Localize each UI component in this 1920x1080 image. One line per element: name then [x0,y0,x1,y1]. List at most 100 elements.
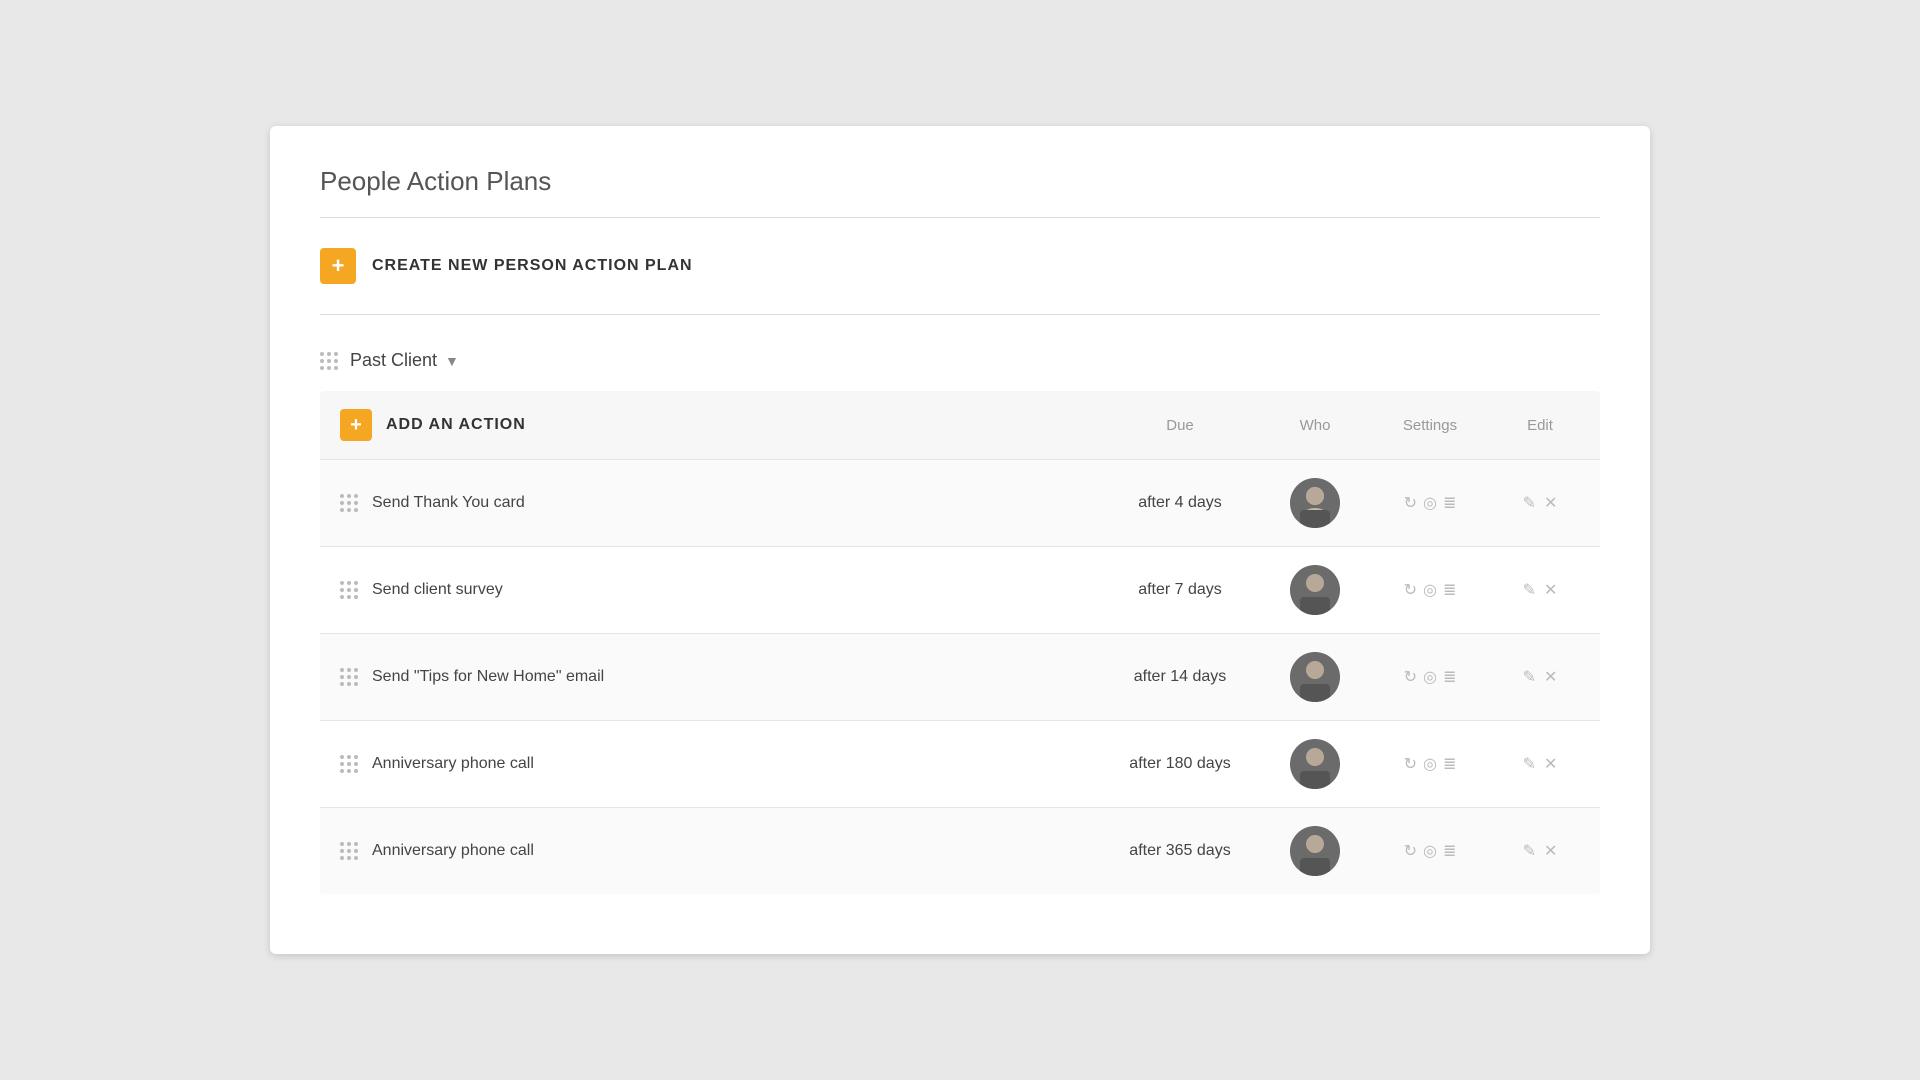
row-drag-handle[interactable] [340,668,358,686]
dot [347,595,351,599]
refresh-icon[interactable]: ↻ [1404,841,1417,861]
action-name: Send Thank You card [372,494,525,512]
dot [347,682,351,686]
delete-x-icon[interactable]: ✕ [1544,754,1557,774]
edit-pencil-icon[interactable]: ✎ [1523,667,1536,687]
edit-col: ✎ ✕ [1500,580,1580,600]
visibility-icon[interactable]: ◎ [1423,580,1437,600]
dot [347,588,351,592]
edit-col: ✎ ✕ [1500,493,1580,513]
row-drag-handle[interactable] [340,494,358,512]
list-icon[interactable]: ≣ [1443,580,1456,600]
refresh-icon[interactable]: ↻ [1404,493,1417,513]
refresh-icon[interactable]: ↻ [1404,667,1417,687]
avatar-image [1290,826,1340,876]
plan-name-label: Past Client [350,350,437,371]
list-icon[interactable]: ≣ [1443,754,1456,774]
table-row: Anniversary phone call after 365 days ↻ … [320,807,1600,894]
refresh-icon[interactable]: ↻ [1404,754,1417,774]
chevron-down-icon: ▼ [445,353,459,369]
visibility-icon[interactable]: ◎ [1423,667,1437,687]
dot [327,352,331,356]
dot [340,581,344,585]
delete-x-icon[interactable]: ✕ [1544,667,1557,687]
action-name: Send client survey [372,581,503,599]
plan-section: Past Client ▼ + ADD AN ACTION Due Who Se… [320,350,1600,894]
dot [327,366,331,370]
dot [347,501,351,505]
edit-pencil-icon[interactable]: ✎ [1523,754,1536,774]
settings-col: ↻ ◎ ≣ [1370,580,1490,600]
dot [354,842,358,846]
due-value: after 4 days [1100,494,1260,512]
dot [327,359,331,363]
dot [347,581,351,585]
dot [334,352,338,356]
action-name: Anniversary phone call [372,755,534,773]
due-value: after 14 days [1100,668,1260,686]
row-drag-handle[interactable] [340,842,358,860]
dot [340,762,344,766]
dot [320,366,324,370]
avatar-image [1290,565,1340,615]
dot [354,588,358,592]
plan-drag-handle[interactable] [320,352,338,370]
row-action-col: Anniversary phone call [340,755,1090,773]
visibility-icon[interactable]: ◎ [1423,754,1437,774]
row-drag-handle[interactable] [340,755,358,773]
list-icon[interactable]: ≣ [1443,493,1456,513]
visibility-icon[interactable]: ◎ [1423,493,1437,513]
dot [354,849,358,853]
dot [340,842,344,846]
dot [354,508,358,512]
dot [354,501,358,505]
plan-header: Past Client ▼ [320,350,1600,371]
row-action-col: Send Thank You card [340,494,1090,512]
list-icon[interactable]: ≣ [1443,667,1456,687]
plan-name-dropdown[interactable]: Past Client ▼ [350,350,459,371]
dot [354,595,358,599]
dot [340,501,344,505]
visibility-icon[interactable]: ◎ [1423,841,1437,861]
avatar-image [1290,652,1340,702]
row-action-col: Send client survey [340,581,1090,599]
dot [340,668,344,672]
col-edit-header: Edit [1500,417,1580,434]
add-action-button[interactable]: + [340,409,372,441]
edit-pencil-icon[interactable]: ✎ [1523,493,1536,513]
who-avatar-col [1270,478,1360,528]
settings-col: ↻ ◎ ≣ [1370,754,1490,774]
delete-x-icon[interactable]: ✕ [1544,841,1557,861]
table-header-row: + ADD AN ACTION Due Who Settings Edit [320,391,1600,459]
delete-x-icon[interactable]: ✕ [1544,493,1557,513]
dot [334,359,338,363]
dot [354,581,358,585]
action-name: Send "Tips for New Home" email [372,668,604,686]
create-plan-button[interactable]: + [320,248,356,284]
avatar [1290,652,1340,702]
edit-pencil-icon[interactable]: ✎ [1523,580,1536,600]
settings-col: ↻ ◎ ≣ [1370,667,1490,687]
edit-pencil-icon[interactable]: ✎ [1523,841,1536,861]
avatar [1290,739,1340,789]
list-icon[interactable]: ≣ [1443,841,1456,861]
dot [320,352,324,356]
avatar [1290,478,1340,528]
dot [340,856,344,860]
dot [354,755,358,759]
dot [354,668,358,672]
delete-x-icon[interactable]: ✕ [1544,580,1557,600]
dot [347,849,351,853]
due-value: after 7 days [1100,581,1260,599]
settings-col: ↻ ◎ ≣ [1370,493,1490,513]
dot [354,762,358,766]
main-card: People Action Plans + CREATE NEW PERSON … [270,126,1650,954]
dot [334,366,338,370]
avatar-image [1290,739,1340,789]
page-title: People Action Plans [320,166,1600,218]
dot [347,494,351,498]
row-drag-handle[interactable] [340,581,358,599]
table-row: Send Thank You card after 4 days [320,459,1600,546]
refresh-icon[interactable]: ↻ [1404,580,1417,600]
dot [340,682,344,686]
